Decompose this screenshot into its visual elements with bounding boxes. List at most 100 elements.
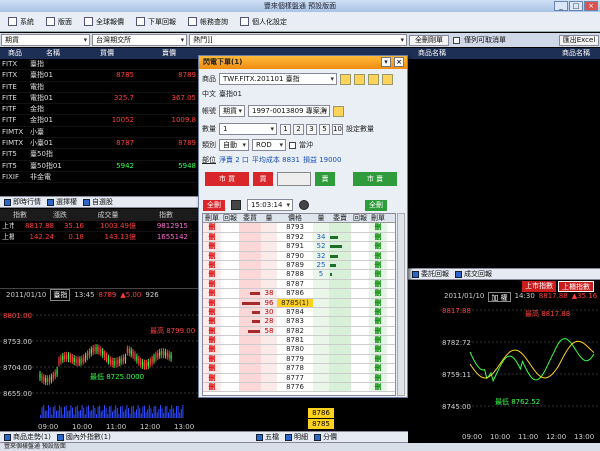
sell-order-cell[interactable] (329, 298, 351, 307)
cancel-sell-cell[interactable]: 刪 (369, 251, 387, 260)
qty-button-1[interactable]: 1 (280, 123, 291, 135)
cancel-buy-cell[interactable]: 刪 (203, 279, 221, 289)
cancel-buy-cell[interactable]: 刪 (203, 354, 221, 364)
buy-order-cell[interactable] (239, 307, 261, 317)
qty-set-label[interactable]: 設定數量 (346, 124, 374, 134)
account-lookup-icon[interactable] (333, 105, 344, 117)
lock-icon[interactable] (231, 200, 241, 210)
cancel-buy-cell[interactable]: 刪 (203, 345, 221, 354)
tab-index[interactable]: 國內外指數(1) (56, 432, 111, 442)
qty-button-3[interactable]: 3 (306, 123, 317, 135)
menu-item-2[interactable]: 全球報價 (80, 14, 128, 30)
cancel-buy-cell[interactable]: 刪 (203, 270, 221, 279)
ladder-price[interactable]: 8785(1) (277, 298, 313, 307)
cancel-sell-cell[interactable]: 刪 (369, 383, 387, 392)
quote-row[interactable]: FIMTX 小臺01 8787 8789 (0, 138, 200, 150)
menu-item-3[interactable]: 下單回報 (132, 14, 180, 30)
sell-order-cell[interactable] (329, 345, 351, 354)
sell-order-cell[interactable] (329, 383, 351, 392)
quote-row[interactable]: FIT5 臺50指 (0, 149, 200, 161)
cancel-sell-cell[interactable]: 刪 (369, 298, 387, 307)
search-icon[interactable] (340, 73, 351, 85)
cancel-buy-cell[interactable]: 刪 (203, 307, 221, 317)
sell-order-cell[interactable] (329, 260, 351, 270)
cancel-buy-cell[interactable]: 刪 (203, 326, 221, 336)
buy-order-cell[interactable] (239, 354, 261, 364)
ladder-price[interactable]: 8784 (277, 307, 313, 317)
menu-item-5[interactable]: 個人化設定 (236, 14, 291, 30)
cancel-sell-cell[interactable]: 刪 (369, 232, 387, 242)
buy-order-cell[interactable] (239, 289, 261, 298)
cancel-sell-cell[interactable]: 刪 (369, 317, 387, 326)
cond-select[interactable]: ROD (252, 139, 286, 151)
ladder-price[interactable]: 8780 (277, 345, 313, 354)
ladder-price[interactable]: 8777 (277, 373, 313, 383)
cancel-buy-cell[interactable]: 刪 (203, 232, 221, 242)
cancel-sell-cell[interactable]: 刪 (369, 307, 387, 317)
quote-header-cell[interactable]: 商品 (0, 48, 30, 59)
qty-button-2[interactable]: 2 (293, 123, 304, 135)
sell-order-cell[interactable] (329, 307, 351, 317)
position-label[interactable]: 部位 (202, 155, 216, 165)
tab-option[interactable]: 選擇權 (47, 197, 77, 207)
sell-order-cell[interactable] (329, 317, 351, 326)
menu-item-4[interactable]: 帳務查詢 (184, 14, 232, 30)
dialog-pin-icon[interactable]: ▾ (381, 57, 391, 67)
cancel-sell-cell[interactable]: 刪 (369, 289, 387, 298)
buy-order-cell[interactable] (239, 298, 261, 307)
cancel-sell-cell[interactable]: 刪 (369, 242, 387, 251)
index-row[interactable]: 上櫃 142.24 0.18 143.13億 1655142 (0, 232, 200, 244)
maximize-button[interactable]: □ (569, 1, 583, 11)
tab-depth[interactable]: 五檔 (256, 432, 279, 442)
cancel-sell-cell[interactable]: 刪 (369, 279, 387, 289)
buy-order-cell[interactable] (239, 223, 261, 232)
cancel-buy-cell[interactable]: 刪 (203, 242, 221, 251)
quote-header-cell[interactable]: 買價 (76, 48, 138, 59)
tab-quote[interactable]: 即時行情 (4, 197, 41, 207)
ladder-price[interactable]: 8791 (277, 242, 313, 251)
sell-order-cell[interactable] (329, 232, 351, 242)
buy-button[interactable]: 買 (253, 172, 273, 186)
ladder-price[interactable]: 8776 (277, 383, 313, 392)
cancel-sell-cell[interactable]: 刪 (369, 354, 387, 364)
market-buy-button[interactable]: 市 買 (205, 172, 249, 186)
buy-order-cell[interactable] (239, 232, 261, 242)
cancel-sell-cell[interactable]: 刪 (369, 326, 387, 336)
type-select[interactable]: 自動 (219, 139, 249, 151)
ladder-price[interactable]: 8790 (277, 251, 313, 260)
quote-row[interactable]: FITX 臺指 (0, 59, 200, 71)
cancel-buy-cell[interactable]: 刪 (203, 373, 221, 383)
quote-row[interactable]: FITE 電指01 325.7 367.05 (0, 93, 200, 105)
sell-order-cell[interactable] (329, 364, 351, 373)
category-select[interactable]: 熱門]] (189, 34, 407, 46)
cancel-sell-cell[interactable]: 刪 (369, 260, 387, 270)
cancel-all-orders-button[interactable]: 全刪剛單 (409, 34, 449, 46)
market-sell-button[interactable]: 市 賣 (353, 172, 397, 186)
tab-trade[interactable]: 成交回報 (455, 269, 492, 279)
ladder-price[interactable]: 8789 (277, 260, 313, 270)
product-select[interactable]: TWF.FITX.201101 臺指 (219, 73, 337, 85)
cancel-sell-cell[interactable]: 刪 (369, 373, 387, 383)
dialog-close-icon[interactable]: × (394, 57, 404, 67)
buy-order-cell[interactable] (239, 345, 261, 354)
buy-order-cell[interactable] (239, 383, 261, 392)
sell-order-cell[interactable] (329, 336, 351, 345)
ladder-price[interactable]: 8787 (277, 279, 313, 289)
qty-button-5[interactable]: 5 (319, 123, 330, 135)
buy-order-cell[interactable] (239, 373, 261, 383)
tab-chart[interactable]: 商品走勢(1) (4, 432, 51, 442)
buy-order-cell[interactable] (239, 251, 261, 260)
tab-detail[interactable]: 明細 (285, 432, 308, 442)
cancel-buy-cell[interactable]: 刪 (203, 383, 221, 392)
buy-order-cell[interactable] (239, 260, 261, 270)
buy-order-cell[interactable] (239, 279, 261, 289)
quote-row[interactable]: FIT5 臺50指01 5942 5948 (0, 161, 200, 172)
quote-row[interactable]: FITF 金指01 10052 1009.8 (0, 115, 200, 127)
otc-index-tab[interactable]: 上櫃指數 (558, 281, 594, 292)
cancel-all-buy-button[interactable]: 全刪 (203, 199, 225, 211)
cancel-sell-cell[interactable]: 刪 (369, 270, 387, 279)
tse-index-tab[interactable]: 上市指數 (522, 281, 556, 292)
sell-order-cell[interactable] (329, 373, 351, 383)
cancel-buy-cell[interactable]: 刪 (203, 317, 221, 326)
buy-order-cell[interactable] (239, 270, 261, 279)
